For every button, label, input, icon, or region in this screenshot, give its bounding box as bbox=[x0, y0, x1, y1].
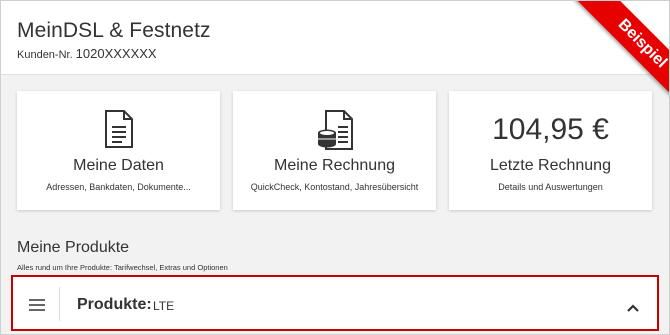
card-description: QuickCheck, Kontostand, Jahresübersicht bbox=[250, 182, 419, 192]
card-meine-rechnung[interactable]: Meine Rechnung QuickCheck, Kontostand, J… bbox=[233, 91, 436, 210]
hamburger-menu-icon[interactable] bbox=[29, 298, 45, 316]
customer-number-label: Kunden-Nr. bbox=[17, 49, 73, 61]
card-description: Details und Auswertungen bbox=[498, 182, 603, 192]
example-ribbon: Beispiel bbox=[539, 1, 669, 131]
card-description: Adressen, Bankdaten, Dokumente... bbox=[46, 182, 191, 192]
card-title: Meine Rechnung bbox=[274, 157, 395, 174]
chevron-up-icon[interactable] bbox=[627, 299, 639, 317]
example-ribbon-label: Beispiel bbox=[571, 1, 669, 115]
app-frame: MeinDSL & Festnetz Kunden-Nr. 1020XXXXXX … bbox=[0, 0, 670, 335]
divider bbox=[59, 287, 60, 321]
page-title: MeinDSL & Festnetz bbox=[17, 19, 211, 42]
customer-number-value: 1020XXXXXX bbox=[75, 46, 157, 61]
section-subtitle: Alles rund um Ihre Produkte: Tarifwechse… bbox=[17, 263, 228, 272]
card-title: Letzte Rechnung bbox=[490, 157, 611, 174]
products-label: Produkte: bbox=[77, 296, 152, 313]
products-value: LTE bbox=[153, 299, 175, 313]
card-title: Meine Daten bbox=[73, 157, 164, 174]
customer-number: Kunden-Nr. 1020XXXXXX bbox=[17, 46, 157, 61]
card-meine-daten[interactable]: Meine Daten Adressen, Bankdaten, Dokumen… bbox=[17, 91, 220, 210]
section-title: Meine Produkte bbox=[17, 239, 130, 256]
document-icon bbox=[104, 109, 134, 154]
invoice-coins-icon bbox=[314, 109, 356, 156]
products-accordion[interactable]: Produkte: LTE bbox=[11, 275, 659, 331]
